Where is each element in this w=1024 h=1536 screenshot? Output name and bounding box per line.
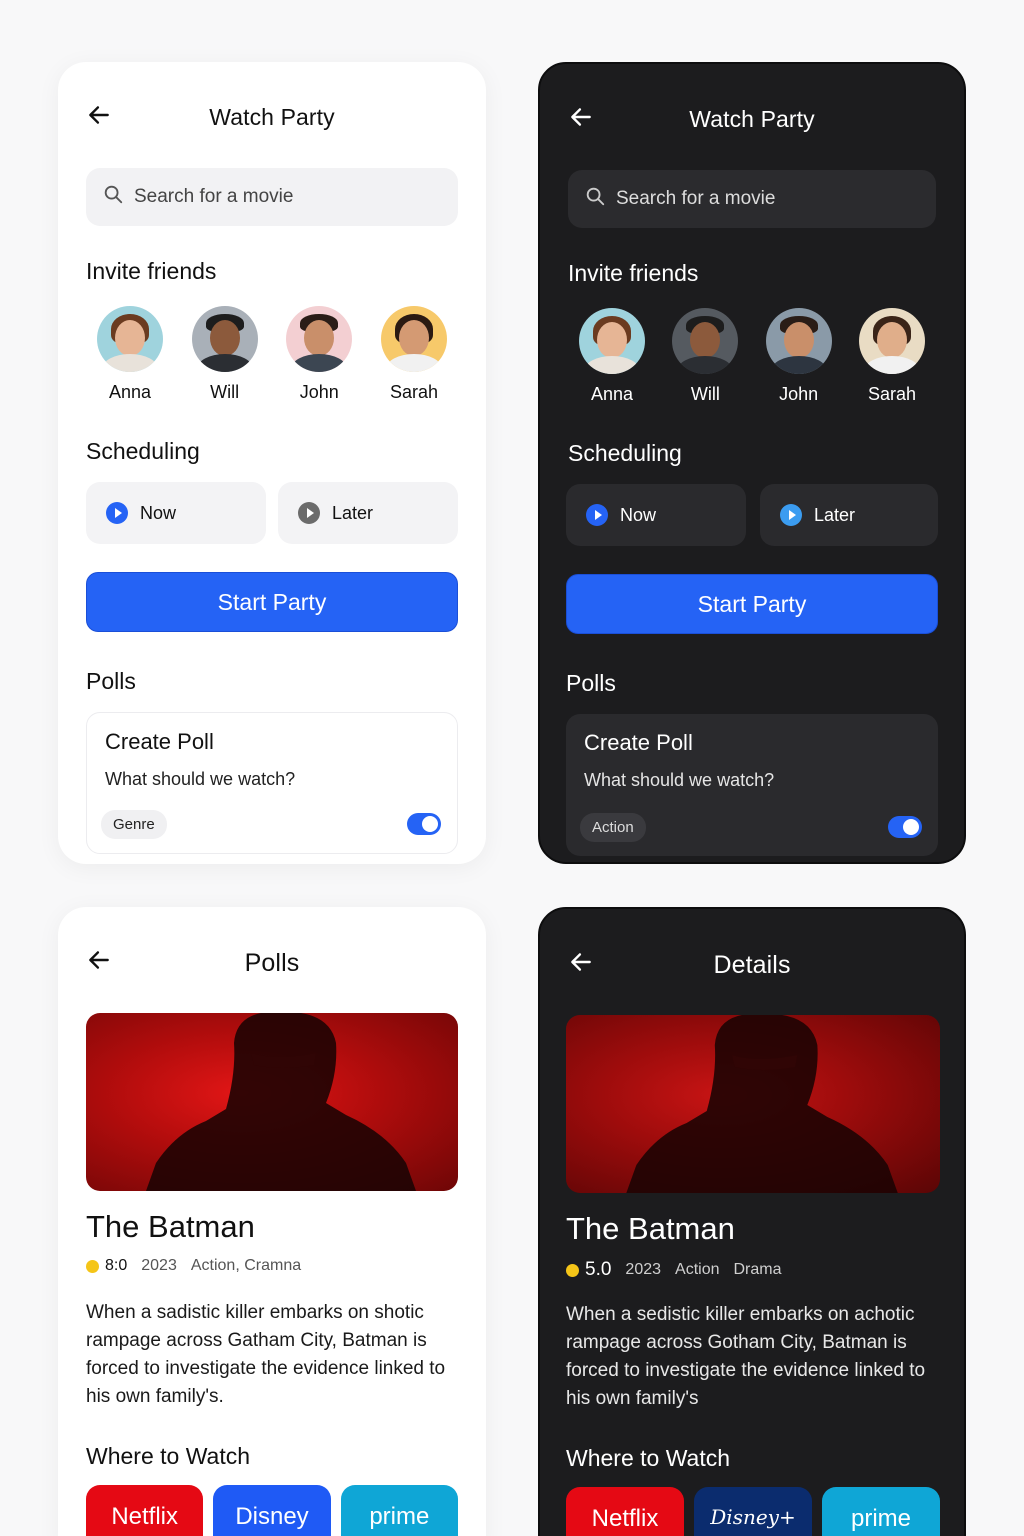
where-to-watch-heading: Where to Watch — [566, 1445, 731, 1471]
star-icon — [86, 1259, 99, 1273]
where-to-watch-heading: Where to Watch — [86, 1443, 251, 1469]
poll-title: Create Poll — [584, 730, 693, 755]
schedule-now-label: Now — [620, 504, 657, 525]
batman-silhouette — [626, 1015, 898, 1193]
star-icon — [566, 1263, 579, 1277]
friend-name: Will — [210, 382, 240, 402]
avatar — [286, 306, 353, 372]
search-icon — [584, 185, 606, 213]
movie-description: When a sedistic killer embarks on achoti… — [566, 1304, 926, 1409]
netflix-button[interactable]: Netflix — [86, 1485, 204, 1536]
invite-friends-heading: Invite friends — [568, 260, 699, 286]
play-radio-icon — [298, 502, 320, 524]
avatar — [858, 308, 925, 374]
search-icon — [102, 183, 124, 211]
scheduling-heading: Scheduling — [568, 440, 682, 466]
poll-toggle[interactable] — [407, 813, 441, 835]
friend-name: John — [299, 382, 339, 402]
netflix-button[interactable]: Netflix — [566, 1487, 684, 1536]
friend-john[interactable]: John — [281, 306, 357, 403]
batman-silhouette — [146, 1013, 416, 1191]
search-placeholder: Search for a movie — [616, 188, 776, 209]
avatar — [97, 306, 163, 372]
create-poll-card[interactable]: Create Poll What should we watch? Action — [566, 714, 938, 856]
friend-sarah[interactable]: Sarah — [376, 306, 452, 403]
disney-button[interactable]: Disney — [213, 1485, 331, 1536]
movie-genre-drama: Drama — [733, 1261, 782, 1278]
movie-meta: 5.0 2023 Action Drama — [566, 1259, 782, 1281]
schedule-later-label: Later — [332, 502, 374, 523]
poll-question: What should we watch? — [105, 769, 296, 789]
providers-row: Netflix Disney prime — [86, 1485, 458, 1536]
friend-name: Anna — [108, 382, 152, 402]
movie-title: The Batman — [566, 1211, 735, 1246]
avatar — [191, 306, 258, 372]
friend-will[interactable]: Will — [187, 306, 263, 403]
rating: 8:0 — [86, 1257, 127, 1275]
avatar — [579, 308, 645, 374]
page-title: Details — [713, 951, 791, 979]
search-input[interactable]: Search for a movie — [86, 168, 458, 226]
schedule-now-option[interactable]: Now — [566, 484, 746, 546]
play-radio-icon — [106, 502, 128, 524]
invite-friends-heading: Invite friends — [86, 258, 217, 284]
search-input[interactable]: Search for a movie — [568, 170, 936, 228]
friend-anna[interactable]: Anna — [574, 308, 650, 405]
friend-will[interactable]: Will — [667, 308, 743, 405]
friends-list: Anna Will John Sarah — [86, 306, 458, 403]
avatar — [765, 308, 832, 374]
genre-chip[interactable]: Genre — [101, 810, 167, 839]
search-placeholder: Search for a movie — [134, 186, 294, 207]
avatar — [380, 306, 447, 372]
friend-anna[interactable]: Anna — [92, 306, 168, 403]
friend-name: Anna — [590, 384, 634, 404]
prime-button[interactable]: prime — [822, 1487, 940, 1536]
page-title: Watch Party — [209, 104, 335, 130]
movie-poster-image — [86, 1013, 458, 1191]
movie-year: 2023 — [141, 1257, 177, 1274]
poll-toggle[interactable] — [888, 816, 922, 838]
poll-question: What should we watch? — [584, 770, 775, 790]
friend-sarah[interactable]: Sarah — [854, 308, 930, 405]
movie-genre-action: Action — [675, 1261, 720, 1278]
movie-poster-image — [566, 1015, 940, 1193]
friend-name: Sarah — [389, 382, 438, 402]
polls-heading: Polls — [566, 670, 616, 696]
create-poll-card[interactable]: Create Poll What should we watch? Genre — [86, 712, 458, 854]
schedule-now-label: Now — [140, 502, 177, 523]
friend-name: Will — [690, 384, 720, 404]
movie-title: The Batman — [86, 1209, 255, 1244]
play-radio-icon — [780, 504, 802, 526]
movie-year: 2023 — [625, 1261, 662, 1278]
polls-screen-light: Polls The Batman 8:0 2023 Action, Cramna… — [58, 907, 486, 1536]
schedule-later-option[interactable]: Later — [760, 484, 938, 546]
friends-list: Anna Will John Sarah — [568, 308, 936, 405]
play-radio-icon — [586, 504, 608, 526]
prime-button[interactable]: prime — [340, 1485, 458, 1536]
schedule-later-label: Later — [814, 504, 856, 525]
details-screen-dark: Details The Batman 5.0 2023 Action Drama… — [538, 907, 966, 1536]
start-party-button[interactable]: Start Party — [86, 572, 458, 632]
avatar — [672, 308, 739, 374]
schedule-now-option[interactable]: Now — [86, 482, 266, 544]
movie-description: When a sadistic killer embarks on shotic… — [86, 1302, 446, 1407]
friend-name: Sarah — [867, 384, 916, 404]
polls-heading: Polls — [86, 668, 136, 694]
watch-party-screen-dark: Watch Party Search for a movie Invite fr… — [538, 62, 966, 864]
scheduling-heading: Scheduling — [86, 438, 200, 464]
disney-plus-button[interactable]: Disney+ — [694, 1487, 812, 1536]
genre-chip[interactable]: Action — [580, 813, 646, 842]
friend-john[interactable]: John — [761, 308, 837, 405]
providers-row: Netflix Disney+ prime — [566, 1487, 940, 1536]
watch-party-screen-light: Watch Party Search for a movie Invite fr… — [58, 62, 486, 864]
friend-name: John — [779, 384, 819, 404]
page-title: Polls — [244, 949, 300, 977]
start-party-button[interactable]: Start Party — [566, 574, 938, 634]
movie-meta: 8:0 2023 Action, Cramna — [86, 1257, 301, 1275]
poll-title: Create Poll — [105, 729, 214, 754]
page-title: Watch Party — [689, 106, 815, 132]
schedule-later-option[interactable]: Later — [278, 482, 458, 544]
movie-genres: Action, Cramna — [190, 1257, 302, 1274]
rating: 5.0 — [566, 1259, 611, 1281]
